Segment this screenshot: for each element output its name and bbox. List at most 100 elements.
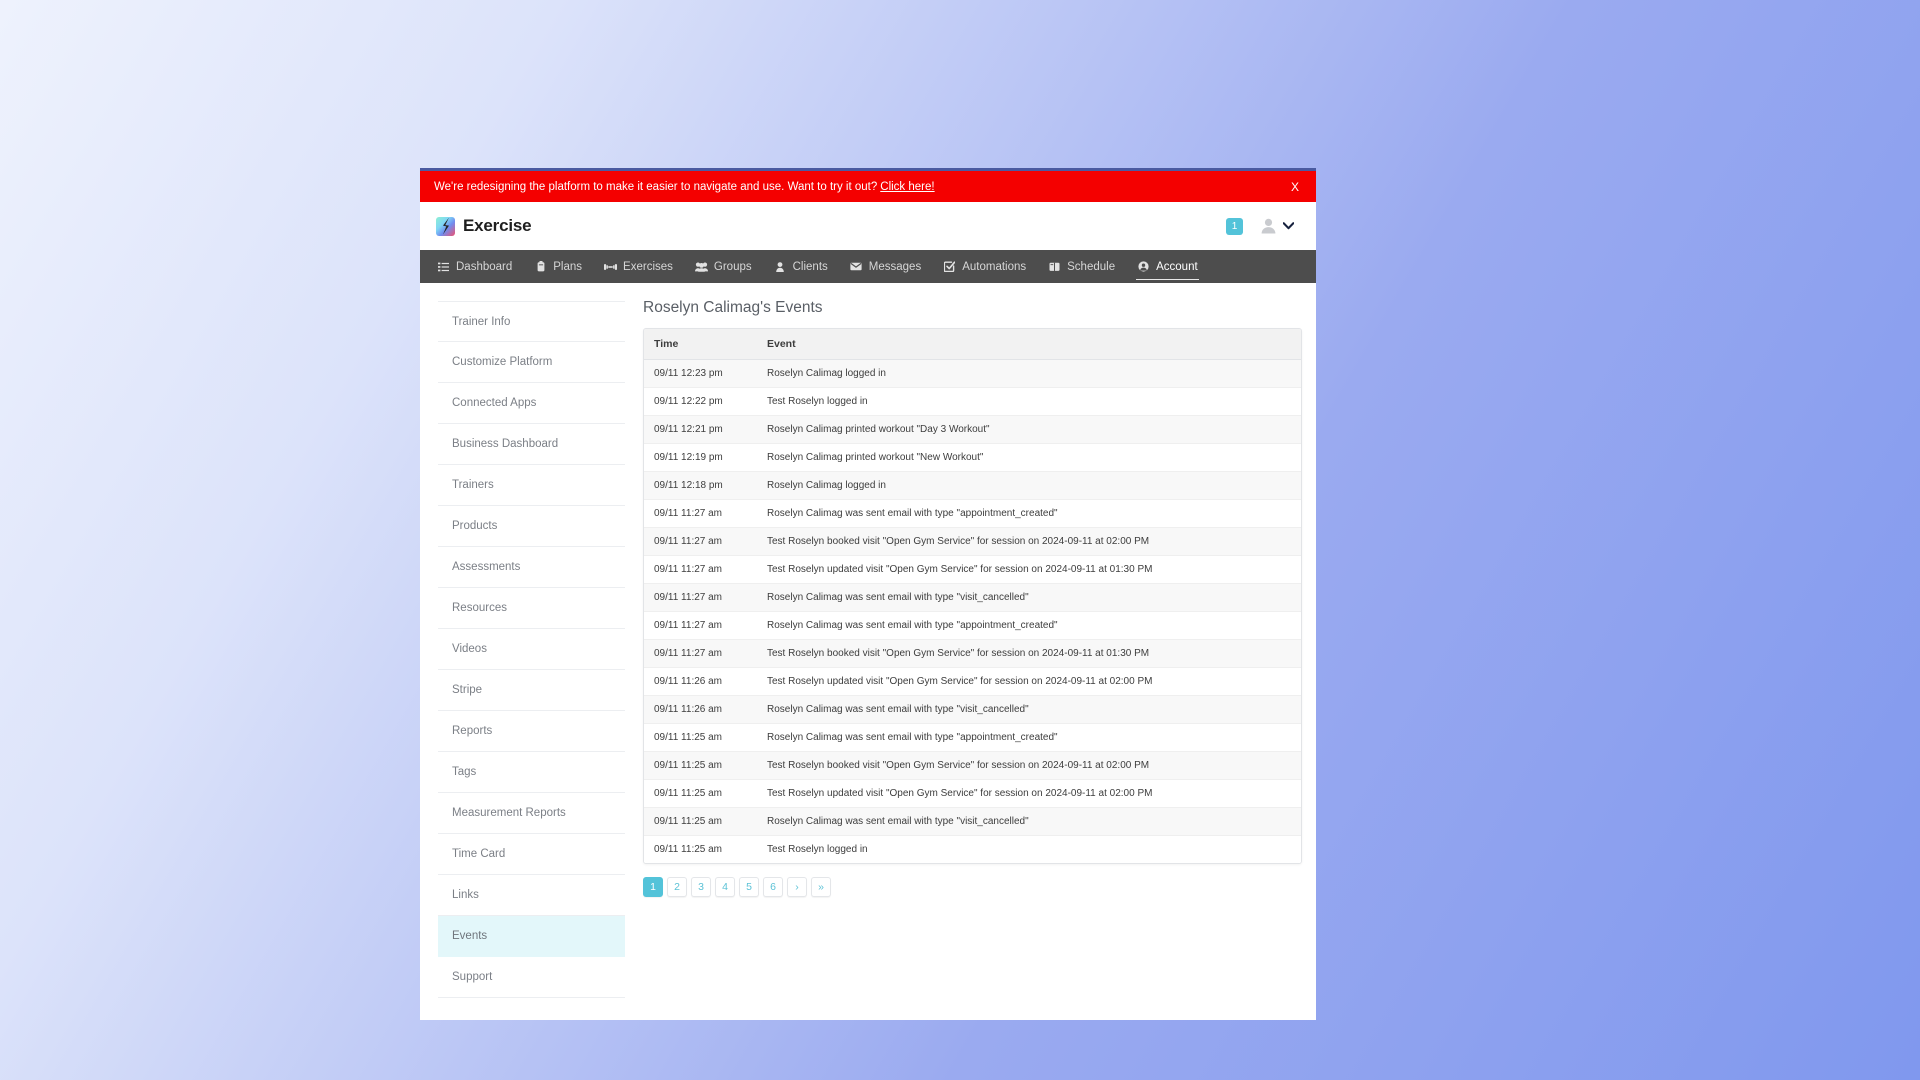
group-icon <box>694 262 708 272</box>
sidebar-item-label: Products <box>452 520 498 532</box>
brand-logo[interactable]: Exercise <box>436 216 532 236</box>
avatar-icon <box>1261 218 1276 234</box>
cell-time: 09/11 11:27 am <box>644 611 757 640</box>
book-icon <box>1048 262 1061 272</box>
cell-event: Test Roselyn booked visit "Open Gym Serv… <box>757 751 1301 780</box>
next-page-button[interactable]: › <box>787 877 807 897</box>
events-table-head: Time Event <box>644 329 1301 360</box>
cell-event: Test Roselyn updated visit "Open Gym Ser… <box>757 667 1301 696</box>
app-window: We're redesigning the platform to make i… <box>420 168 1316 1020</box>
chevron-down-icon <box>1283 222 1294 230</box>
table-row: 09/11 12:18 pm Roselyn Calimag logged in <box>644 471 1301 500</box>
brand-header: Exercise 1 <box>420 202 1316 250</box>
table-row: 09/11 11:27 am Roselyn Calimag was sent e… <box>644 499 1301 528</box>
sidebar-item-label: Trainers <box>452 479 494 491</box>
cell-time: 09/11 11:25 am <box>644 807 757 836</box>
list-icon <box>437 262 450 272</box>
nav-item-automations[interactable]: Automations <box>932 250 1037 283</box>
sidebar-item-tags[interactable]: Tags <box>438 752 625 793</box>
account-sidebar: Trainer Info Customize Platform Connected … <box>420 283 625 1020</box>
user-menu[interactable] <box>1261 218 1294 234</box>
nav-item-schedule[interactable]: Schedule <box>1037 250 1126 283</box>
sidebar-item-trainer-info[interactable]: Trainer Info <box>438 301 625 342</box>
table-row: 09/11 11:26 am Roselyn Calimag was sent e… <box>644 695 1301 724</box>
sidebar-item-business-dashboard[interactable]: Business Dashboard <box>438 424 625 465</box>
sidebar-item-products[interactable]: Products <box>438 506 625 547</box>
content-area: Roselyn Calimag's Events Time Event 09/1… <box>625 283 1316 897</box>
cell-time: 09/11 11:27 am <box>644 499 757 528</box>
announcement-link[interactable]: Click here! <box>880 181 934 193</box>
cell-event: Roselyn Calimag was sent email with type… <box>757 807 1301 836</box>
cell-time: 09/11 11:27 am <box>644 583 757 612</box>
cell-event: Roselyn Calimag was sent email with type… <box>757 695 1301 724</box>
sidebar-item-support[interactable]: Support <box>438 957 625 998</box>
sidebar-item-label: Events <box>452 930 488 942</box>
announcement-banner: We're redesigning the platform to make i… <box>420 171 1316 202</box>
sidebar-item-label: Assessments <box>452 561 521 573</box>
notification-badge[interactable]: 1 <box>1226 217 1243 235</box>
clipboard-icon <box>534 261 547 272</box>
last-page-button[interactable]: » <box>811 877 831 897</box>
table-row: 09/11 12:19 pm Roselyn Calimag printed wo… <box>644 443 1301 472</box>
sidebar-item-links[interactable]: Links <box>438 875 625 916</box>
check-square-icon <box>943 261 956 272</box>
nav-item-label: Schedule <box>1067 260 1116 273</box>
nav-item-dashboard[interactable]: Dashboard <box>426 250 523 283</box>
nav-item-groups[interactable]: Groups <box>684 250 763 283</box>
page-button-5[interactable]: 5 <box>739 877 759 897</box>
page-button-4[interactable]: 4 <box>715 877 735 897</box>
sidebar-item-assessments[interactable]: Assessments <box>438 547 625 588</box>
nav-item-messages[interactable]: Messages <box>839 250 932 283</box>
sidebar-item-videos[interactable]: Videos <box>438 629 625 670</box>
sidebar-item-time-card[interactable]: Time Card <box>438 834 625 875</box>
nav-item-label: Messages <box>868 260 922 273</box>
sidebar-item-connected-apps[interactable]: Connected Apps <box>438 383 625 424</box>
nav-item-label: Plans <box>553 260 583 273</box>
cell-event: Test Roselyn booked visit "Open Gym Serv… <box>757 527 1301 556</box>
page-button-1[interactable]: 1 <box>643 877 663 897</box>
exercise-logo-icon <box>436 216 455 236</box>
sidebar-item-label: Stripe <box>452 684 483 696</box>
cell-event: Test Roselyn updated visit "Open Gym Ser… <box>757 779 1301 808</box>
cell-time: 09/11 11:25 am <box>654 844 723 855</box>
nav-item-plans[interactable]: Plans <box>523 250 593 283</box>
sidebar-item-measurement-reports[interactable]: Measurement Reports <box>438 793 625 834</box>
cell-event: Roselyn Calimag was sent email with type… <box>757 723 1301 752</box>
nav-item-label: Clients <box>792 260 828 273</box>
cell-time: 09/11 11:25 am <box>644 779 757 808</box>
cell-time: 09/11 12:22 pm <box>644 387 757 416</box>
cell-event: Roselyn Calimag logged in <box>757 359 1301 388</box>
table-row: 09/11 11:27 am Test Roselyn booked visit … <box>644 527 1301 556</box>
sidebar-item-label: Business Dashboard <box>452 438 559 450</box>
sidebar-item-stripe[interactable]: Stripe <box>438 670 625 711</box>
cell-time: 09/11 11:27 am <box>644 555 757 584</box>
cell-time: 09/11 12:18 pm <box>644 471 757 500</box>
main-navigation: Dashboard Plans Exercises Groups Clients Mess… <box>420 250 1316 283</box>
nav-item-label: Account <box>1156 260 1198 273</box>
table-row: 09/11 11:25 am Test Roselyn updated visit… <box>644 779 1301 808</box>
nav-item-exercises[interactable]: Exercises <box>593 250 684 283</box>
cell-time: 09/11 12:23 pm <box>644 359 757 388</box>
cell-event: Roselyn Calimag was sent email with type… <box>757 499 1301 528</box>
sidebar-item-reports[interactable]: Reports <box>438 711 625 752</box>
nav-item-account[interactable]: Account <box>1126 250 1209 283</box>
column-header-event: Event <box>757 329 1301 360</box>
table-row: 09/11 11:27 am Test Roselyn booked visit … <box>644 639 1301 668</box>
sidebar-item-customize-platform[interactable]: Customize Platform <box>438 342 625 383</box>
page-button-3[interactable]: 3 <box>691 877 711 897</box>
close-banner-button[interactable]: X <box>1288 181 1302 193</box>
sidebar-item-label: Links <box>452 889 479 901</box>
table-row: 09/11 11:27 am Test Roselyn updated visit… <box>644 555 1301 584</box>
page-body: Trainer Info Customize Platform Connected … <box>420 283 1316 1020</box>
page-title: Roselyn Calimag's Events <box>643 299 823 316</box>
sidebar-item-resources[interactable]: Resources <box>438 588 625 629</box>
sidebar-item-events[interactable]: Events <box>438 916 625 957</box>
page-button-6[interactable]: 6 <box>763 877 783 897</box>
table-row: 09/11 11:27 am Roselyn Calimag was sent e… <box>644 583 1301 612</box>
nav-item-clients[interactable]: Clients <box>763 250 839 283</box>
page-button-2[interactable]: 2 <box>667 877 687 897</box>
cell-event: Test Roselyn updated visit "Open Gym Ser… <box>757 555 1301 584</box>
sidebar-item-trainers[interactable]: Trainers <box>438 465 625 506</box>
sidebar-item-label: Reports <box>452 725 493 737</box>
events-table-card: Time Event 09/11 12:23 pm Roselyn Calimag… <box>643 328 1302 864</box>
